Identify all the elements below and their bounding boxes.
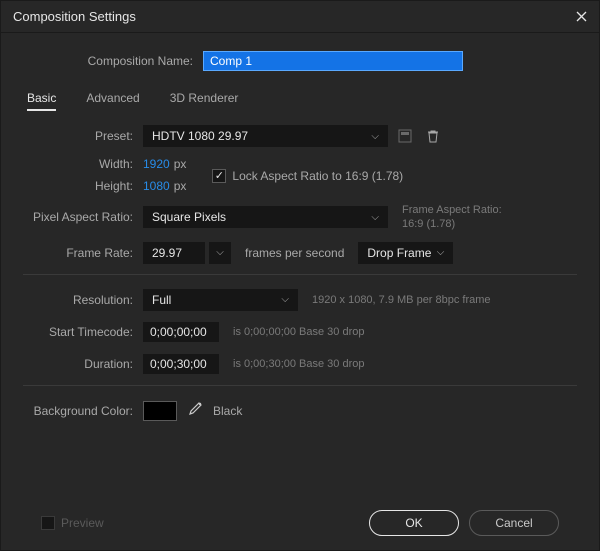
background-color-name: Black <box>213 404 242 418</box>
tab-basic[interactable]: Basic <box>27 91 56 111</box>
dialog-footer: Preview OK Cancel <box>23 498 577 550</box>
chevron-down-icon: ⌵ <box>371 131 379 142</box>
composition-settings-dialog: Composition Settings Composition Name: B… <box>0 0 600 551</box>
background-color-label: Background Color: <box>23 404 143 418</box>
cancel-button[interactable]: Cancel <box>469 510 559 536</box>
drop-frame-dropdown[interactable]: Drop Frame ⌵ <box>358 242 453 264</box>
composition-name-row: Composition Name: <box>23 51 577 71</box>
height-value[interactable]: 1080 <box>143 179 170 193</box>
height-label: Height: <box>23 179 143 193</box>
frame-rate-row: Frame Rate: 29.97 ⌵ frames per second Dr… <box>23 242 577 264</box>
frame-aspect-label: Frame Aspect Ratio: <box>402 203 502 217</box>
start-timecode-info: is 0;00;00;00 Base 30 drop <box>233 326 364 338</box>
resolution-label: Resolution: <box>23 293 143 307</box>
composition-name-label: Composition Name: <box>23 54 203 68</box>
tab-3d-renderer[interactable]: 3D Renderer <box>170 91 239 111</box>
close-icon[interactable] <box>575 11 587 23</box>
eyedropper-icon[interactable] <box>187 401 203 420</box>
chevron-down-icon: ⌵ <box>437 247 445 258</box>
width-label: Width: <box>23 157 143 171</box>
tabs: Basic Advanced 3D Renderer <box>23 83 577 125</box>
start-timecode-label: Start Timecode: <box>23 325 143 339</box>
preset-row: Preset: HDTV 1080 29.97 ⌵ <box>23 125 577 147</box>
dialog-title: Composition Settings <box>13 9 575 24</box>
basic-form: Preset: HDTV 1080 29.97 ⌵ Width: 1920 <box>23 125 577 432</box>
lock-aspect-block: Lock Aspect Ratio to 16:9 (1.78) <box>212 169 403 183</box>
duration-label: Duration: <box>23 357 143 371</box>
frame-aspect-info: Frame Aspect Ratio: 16:9 (1.78) <box>402 203 502 232</box>
width-value[interactable]: 1920 <box>143 157 170 171</box>
preset-dropdown[interactable]: HDTV 1080 29.97 ⌵ <box>143 125 388 147</box>
resolution-dropdown[interactable]: Full ⌵ <box>143 289 298 311</box>
lock-aspect-label: Lock Aspect Ratio to 16:9 (1.78) <box>232 169 403 183</box>
frame-rate-label: Frame Rate: <box>23 246 143 260</box>
preset-value: HDTV 1080 29.97 <box>152 129 248 143</box>
save-preset-icon[interactable] <box>394 125 416 147</box>
frame-rate-unit: frames per second <box>245 246 344 260</box>
frame-aspect-value: 16:9 (1.78) <box>402 217 502 231</box>
chevron-down-icon: ⌵ <box>371 212 379 223</box>
start-timecode-input[interactable] <box>143 322 219 342</box>
pixel-aspect-value: Square Pixels <box>152 210 226 224</box>
titlebar: Composition Settings <box>1 1 599 33</box>
duration-info: is 0;00;30;00 Base 30 drop <box>233 358 364 370</box>
chevron-down-icon: ⌵ <box>216 247 224 258</box>
background-color-row: Background Color: Black <box>23 400 577 422</box>
resolution-value: Full <box>152 293 171 307</box>
frame-rate-input[interactable]: 29.97 <box>143 242 205 264</box>
tab-advanced[interactable]: Advanced <box>86 91 139 111</box>
lock-aspect-checkbox[interactable] <box>212 169 226 183</box>
frame-rate-value: 29.97 <box>152 246 182 260</box>
duration-row: Duration: is 0;00;30;00 Base 30 drop <box>23 353 577 375</box>
preview-label: Preview <box>61 516 104 530</box>
duration-input[interactable] <box>143 354 219 374</box>
chevron-down-icon: ⌵ <box>281 294 289 305</box>
drop-frame-value: Drop Frame <box>367 246 431 260</box>
ok-button[interactable]: OK <box>369 510 459 536</box>
start-timecode-row: Start Timecode: is 0;00;00;00 Base 30 dr… <box>23 321 577 343</box>
resolution-info: 1920 x 1080, 7.9 MB per 8bpc frame <box>312 294 491 306</box>
composition-name-input[interactable] <box>203 51 463 71</box>
preview-checkbox-group: Preview <box>41 516 104 530</box>
width-unit: px <box>174 157 187 171</box>
divider <box>23 274 577 275</box>
divider <box>23 385 577 386</box>
pixel-aspect-label: Pixel Aspect Ratio: <box>23 210 143 224</box>
frame-rate-dropdown-btn[interactable]: ⌵ <box>209 242 231 264</box>
dialog-content: Composition Name: Basic Advanced 3D Rend… <box>1 33 599 550</box>
dimensions-row: Width: 1920 px Height: 1080 px Lock Aspe… <box>23 157 577 193</box>
pixel-aspect-row: Pixel Aspect Ratio: Square Pixels ⌵ Fram… <box>23 203 577 232</box>
height-unit: px <box>174 179 187 193</box>
resolution-row: Resolution: Full ⌵ 1920 x 1080, 7.9 MB p… <box>23 289 577 311</box>
preview-checkbox[interactable] <box>41 516 55 530</box>
pixel-aspect-dropdown[interactable]: Square Pixels ⌵ <box>143 206 388 228</box>
background-color-swatch[interactable] <box>143 401 177 421</box>
preset-label: Preset: <box>23 129 143 143</box>
delete-preset-icon[interactable] <box>422 125 444 147</box>
